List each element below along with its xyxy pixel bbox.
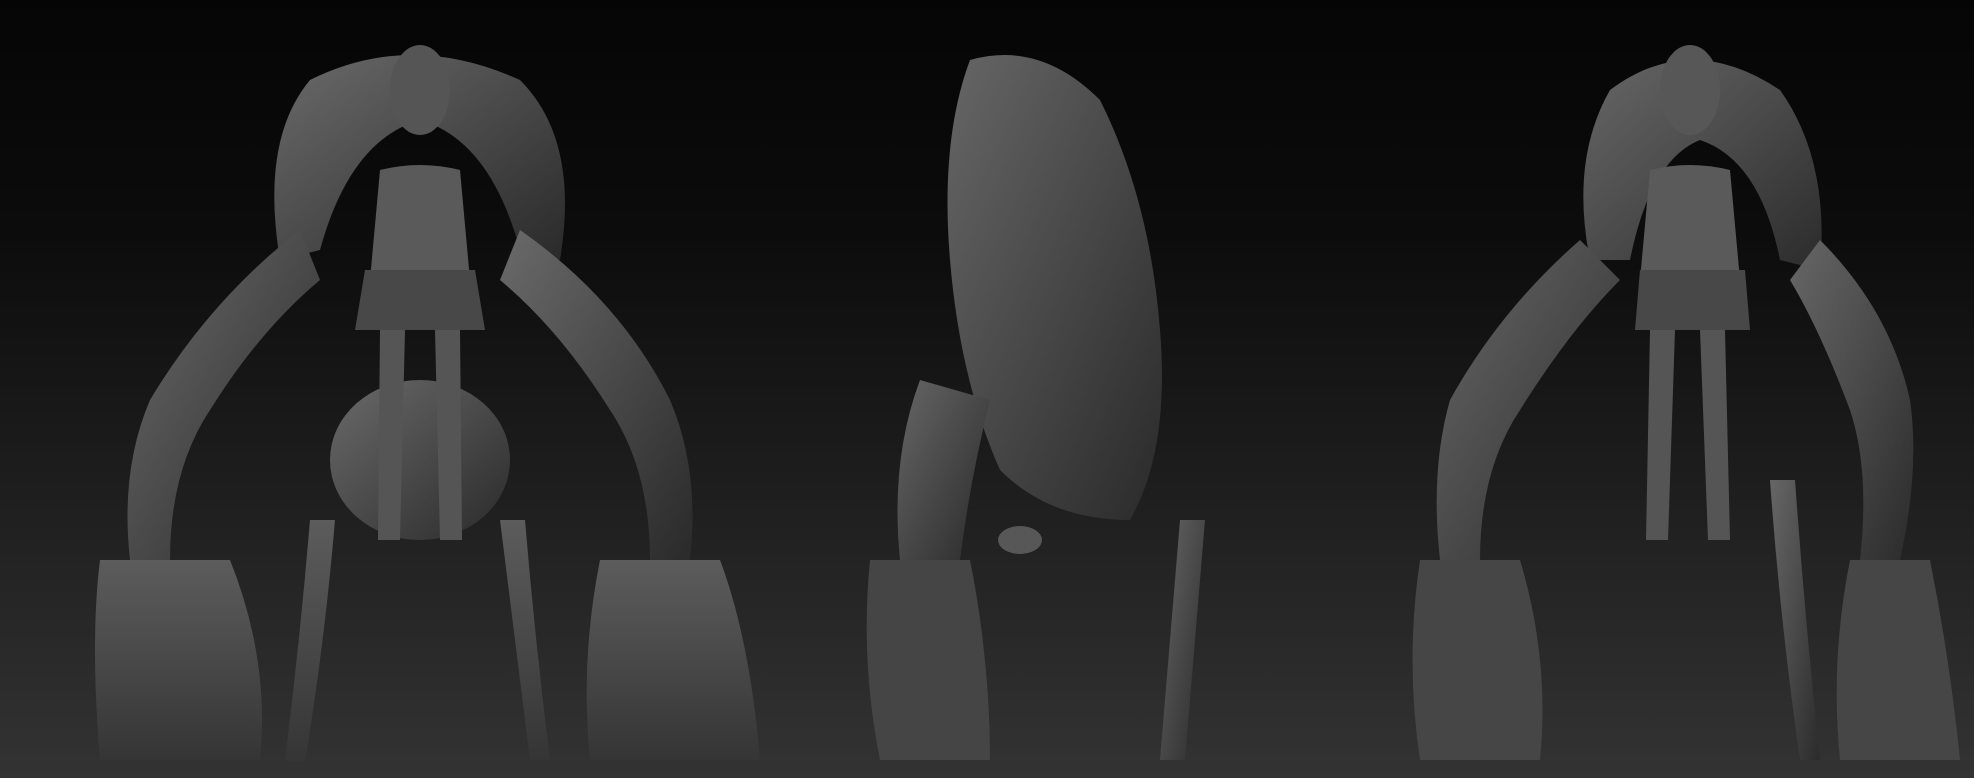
- front-hand: [866, 560, 990, 760]
- right-arm-fur: [1790, 240, 1914, 560]
- left-stilt-leg: [285, 520, 335, 762]
- rider-skirt: [355, 270, 485, 330]
- rider-right-leg: [1700, 330, 1730, 540]
- right-hand: [1836, 560, 1960, 760]
- left-arm-fur: [1436, 240, 1620, 560]
- rider-torso: [370, 165, 470, 280]
- creature-side-view: [866, 55, 1205, 760]
- rider-head: [390, 45, 450, 135]
- creature-front-view: [95, 45, 760, 762]
- render-viewport: [0, 0, 1974, 778]
- left-hand: [1412, 560, 1543, 760]
- cloaked-body: [947, 55, 1162, 520]
- rider-head: [1660, 45, 1720, 135]
- rider-left-leg: [1646, 330, 1675, 540]
- right-stilt-leg: [500, 520, 550, 760]
- rider-foot: [998, 526, 1042, 554]
- rear-stilt-leg: [1160, 520, 1205, 760]
- front-arm-fur: [897, 380, 990, 560]
- rear-stilt-leg: [1770, 480, 1820, 760]
- creature-three-quarter-view: [1412, 45, 1960, 760]
- right-arm-fur: [500, 230, 693, 560]
- rider-torso: [1640, 165, 1740, 280]
- rider-skirt: [1635, 270, 1750, 330]
- right-hand: [586, 560, 760, 760]
- left-hand: [95, 560, 262, 760]
- left-arm-fur: [127, 230, 320, 560]
- belly-mass: [330, 380, 510, 540]
